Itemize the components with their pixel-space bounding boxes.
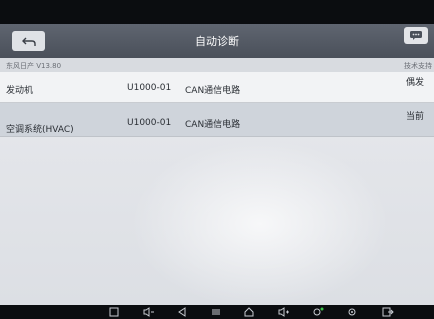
- app-screen: 自动诊断 东风日产 V13.80 技术支持 发动机 U1000-01 CAN通信…: [0, 24, 434, 305]
- back-icon[interactable]: [174, 305, 190, 319]
- dtc-status: 偶发: [405, 78, 424, 88]
- home-icon[interactable]: [241, 305, 257, 319]
- dtc-code: U1000-01: [127, 118, 172, 128]
- exit-icon[interactable]: [380, 305, 396, 319]
- title-bar: 自动诊断: [0, 24, 434, 58]
- menu-icon[interactable]: [208, 305, 224, 319]
- dtc-status: 当前: [405, 112, 424, 122]
- message-button[interactable]: [404, 27, 428, 44]
- screen-glare: [130, 139, 390, 305]
- volume-down-icon[interactable]: [141, 305, 157, 319]
- dtc-description: CAN通信电路: [185, 120, 241, 130]
- dtc-row[interactable]: 发动机 U1000-01 CAN通信电路 偶发: [0, 72, 434, 103]
- vci-icon[interactable]: [311, 305, 327, 319]
- dtc-row-selected[interactable]: 空调系统(HVAC) U1000-01 CAN通信电路 当前: [0, 103, 434, 137]
- vehicle-version: 东风日产 V13.80: [6, 62, 62, 70]
- dtc-description: CAN通信电路: [185, 86, 241, 96]
- dtc-system: 发动机: [6, 86, 34, 96]
- volume-up-icon[interactable]: [276, 305, 292, 319]
- tech-support-link[interactable]: 技术支持: [404, 61, 432, 71]
- dtc-system: 空调系统(HVAC): [6, 125, 74, 135]
- vehicle-info-bar: 东风日产 V13.80 技术支持: [0, 58, 434, 72]
- page-title: 自动诊断: [195, 35, 239, 48]
- message-icon: [409, 26, 423, 45]
- settings-icon[interactable]: [344, 305, 360, 319]
- android-nav-bar: [0, 305, 434, 319]
- dtc-code: U1000-01: [127, 83, 172, 93]
- screenshot-icon[interactable]: [106, 305, 122, 319]
